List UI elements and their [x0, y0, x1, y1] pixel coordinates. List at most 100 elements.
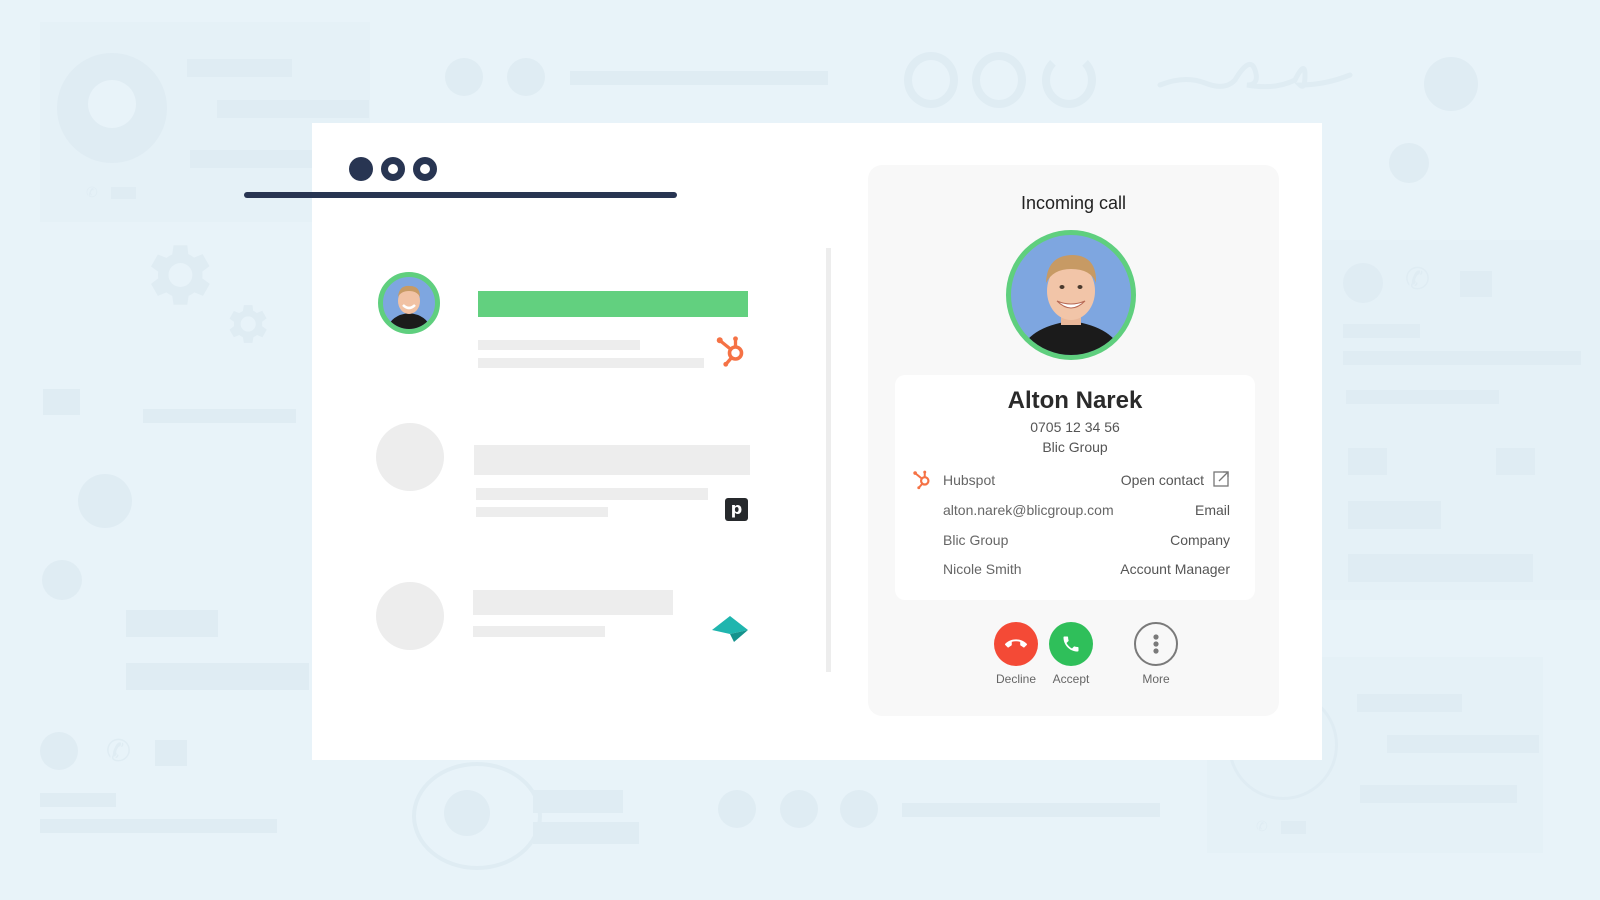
bg-dot [840, 790, 878, 828]
panel-divider [826, 248, 831, 672]
bg-bar [1348, 554, 1533, 582]
bg-ring-icon [1042, 52, 1096, 108]
contact-name-bar [473, 590, 673, 615]
bg-chat-bubble-icon [42, 560, 82, 600]
bg-dot [444, 790, 490, 836]
bg-bar [126, 663, 309, 690]
bg-bar [533, 822, 639, 844]
bg-bar [1346, 390, 1499, 404]
bg-bar [190, 150, 315, 168]
contact-avatar-placeholder [376, 582, 444, 650]
caller-company: Blic Group [1042, 439, 1108, 455]
bg-signature-squiggle [1157, 61, 1353, 90]
bg-gear-icon [151, 245, 210, 305]
teamleader-icon [712, 616, 748, 642]
bg-video-icon [155, 740, 187, 766]
bg-bar [533, 790, 623, 813]
accept-label: Accept [1052, 672, 1090, 686]
more-button[interactable] [1134, 622, 1178, 666]
bg-phone-icon: ✆ [106, 735, 132, 768]
caller-avatar [1006, 230, 1136, 360]
contact-detail-bar [476, 488, 708, 500]
title-bar-underline [244, 192, 677, 198]
caller-info-card: Alton Narek 0705 12 34 56 Blic Group Hub… [895, 375, 1255, 600]
caller-phone: 0705 12 34 56 [1030, 419, 1120, 435]
bg-bar [570, 71, 828, 85]
bg-phone-icon: ✆ [1405, 263, 1431, 296]
crm-email-label: Email [1194, 502, 1230, 518]
more-action: More [1126, 622, 1186, 686]
contact-list-item[interactable] [372, 582, 752, 662]
bg-chat-bubble-icon [78, 474, 132, 528]
bg-phone-icon: ✆ [86, 184, 98, 200]
crm-source-label: Hubspot [943, 472, 996, 488]
crm-account-manager-label: Account Manager [1120, 561, 1230, 577]
accept-action: Accept [1041, 622, 1101, 686]
bg-ring-icon [904, 52, 958, 108]
accept-button[interactable] [1049, 622, 1093, 666]
bg-bar [1496, 448, 1535, 475]
bg-gear-icon [229, 305, 267, 343]
contact-detail-bar [476, 507, 608, 517]
phone-icon [1063, 636, 1079, 652]
hubspot-icon [913, 470, 930, 490]
bg-dot [445, 58, 483, 96]
contact-detail-bar [478, 358, 704, 368]
bg-video-icon [1281, 821, 1306, 834]
bg-dot [40, 732, 78, 770]
bg-bar [143, 409, 296, 423]
bg-bar [1343, 351, 1581, 365]
window-close-button[interactable] [349, 157, 373, 181]
crm-email-row: alton.narek@blicgroup.com Email [943, 502, 1230, 522]
crm-company-label: Company [1170, 532, 1230, 548]
contact-detail-bar [473, 626, 605, 637]
pipedrive-icon: p [725, 498, 748, 521]
bg-bar [1387, 735, 1539, 753]
contact-avatar [378, 272, 440, 334]
window-minimize-button[interactable] [381, 157, 405, 181]
window-maximize-button[interactable] [413, 157, 437, 181]
bg-bar [1348, 501, 1441, 529]
bg-dot [780, 790, 818, 828]
external-link-icon[interactable] [1213, 470, 1230, 487]
bg-bar [1360, 785, 1517, 803]
bg-bar [187, 59, 292, 77]
bg-bar [1343, 324, 1420, 338]
decline-action: Decline [986, 622, 1046, 686]
incoming-call-panel: Incoming call Alton Narek 0705 12 34 56 … [868, 165, 1279, 716]
contact-list-item-active[interactable] [372, 270, 752, 370]
bg-avatar-icon [57, 53, 167, 163]
contact-name-bar-highlighted [478, 291, 748, 317]
call-panel-title: Incoming call [1020, 193, 1127, 213]
hang-up-icon [1005, 639, 1027, 648]
more-vertical-icon [1153, 634, 1159, 654]
contact-avatar-placeholder [376, 423, 444, 491]
bg-bar [1357, 694, 1462, 712]
bg-bar [40, 793, 116, 807]
bg-chat-bubble-icon [1389, 143, 1429, 183]
crm-source-row: Hubspot Open contact [943, 470, 1230, 492]
crm-email-value: alton.narek@blicgroup.com [943, 502, 1114, 518]
crm-company-row: Blic Group Company [943, 532, 1230, 552]
bg-dot [507, 58, 545, 96]
bg-bar [43, 389, 80, 415]
bg-ring-icon [972, 52, 1026, 108]
bg-bar [40, 819, 277, 833]
crm-account-manager-value: Nicole Smith [943, 561, 1022, 577]
contact-list-item[interactable]: p [372, 423, 752, 523]
open-contact-link[interactable]: Open contact [1121, 472, 1204, 488]
contact-name-bar [474, 445, 750, 475]
bg-bar [217, 100, 369, 118]
crm-company-value: Blic Group [943, 532, 1009, 548]
bg-dot [1343, 263, 1383, 303]
more-label: More [1142, 672, 1170, 686]
bg-video-icon [111, 187, 136, 199]
decline-button[interactable] [994, 622, 1038, 666]
bg-bar [126, 610, 218, 637]
caller-name: Alton Narek [1007, 387, 1143, 414]
decline-label: Decline [995, 672, 1037, 686]
bg-bar [1348, 448, 1387, 475]
crm-account-manager-row: Nicole Smith Account Manager [943, 561, 1230, 581]
bg-chat-bubble-icon [1424, 57, 1478, 111]
bg-video-icon [1460, 271, 1492, 297]
